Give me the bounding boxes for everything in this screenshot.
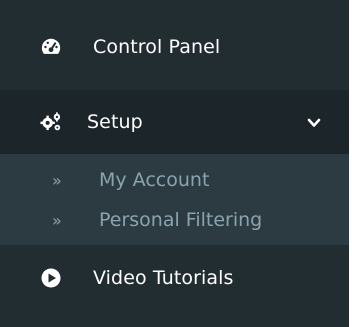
submenu-item-personal-filtering[interactable]: » Personal Filtering <box>0 202 349 238</box>
dashboard-icon <box>40 36 62 58</box>
chevron-down-icon[interactable] <box>307 115 321 129</box>
submenu-item-label: Personal Filtering <box>99 209 263 231</box>
play-circle-icon <box>40 267 62 289</box>
double-chevron-right-icon: » <box>52 170 62 190</box>
submenu-item-my-account[interactable]: » My Account <box>0 162 349 198</box>
sidebar-item-video-tutorials[interactable]: Video Tutorials <box>0 250 349 306</box>
cogs-icon <box>40 111 62 133</box>
double-chevron-right-icon: » <box>52 210 62 230</box>
sidebar-menu: Control Panel Setup » My Account » Perso… <box>0 0 349 327</box>
sidebar-item-setup[interactable]: Setup <box>0 90 349 154</box>
submenu-item-label: My Account <box>99 169 210 191</box>
sidebar-item-label: Control Panel <box>93 36 221 58</box>
sidebar-item-control-panel[interactable]: Control Panel <box>0 17 349 77</box>
setup-submenu: » My Account » Personal Filtering <box>0 154 349 245</box>
sidebar-item-label: Video Tutorials <box>93 267 234 289</box>
sidebar-item-label: Setup <box>87 111 143 133</box>
